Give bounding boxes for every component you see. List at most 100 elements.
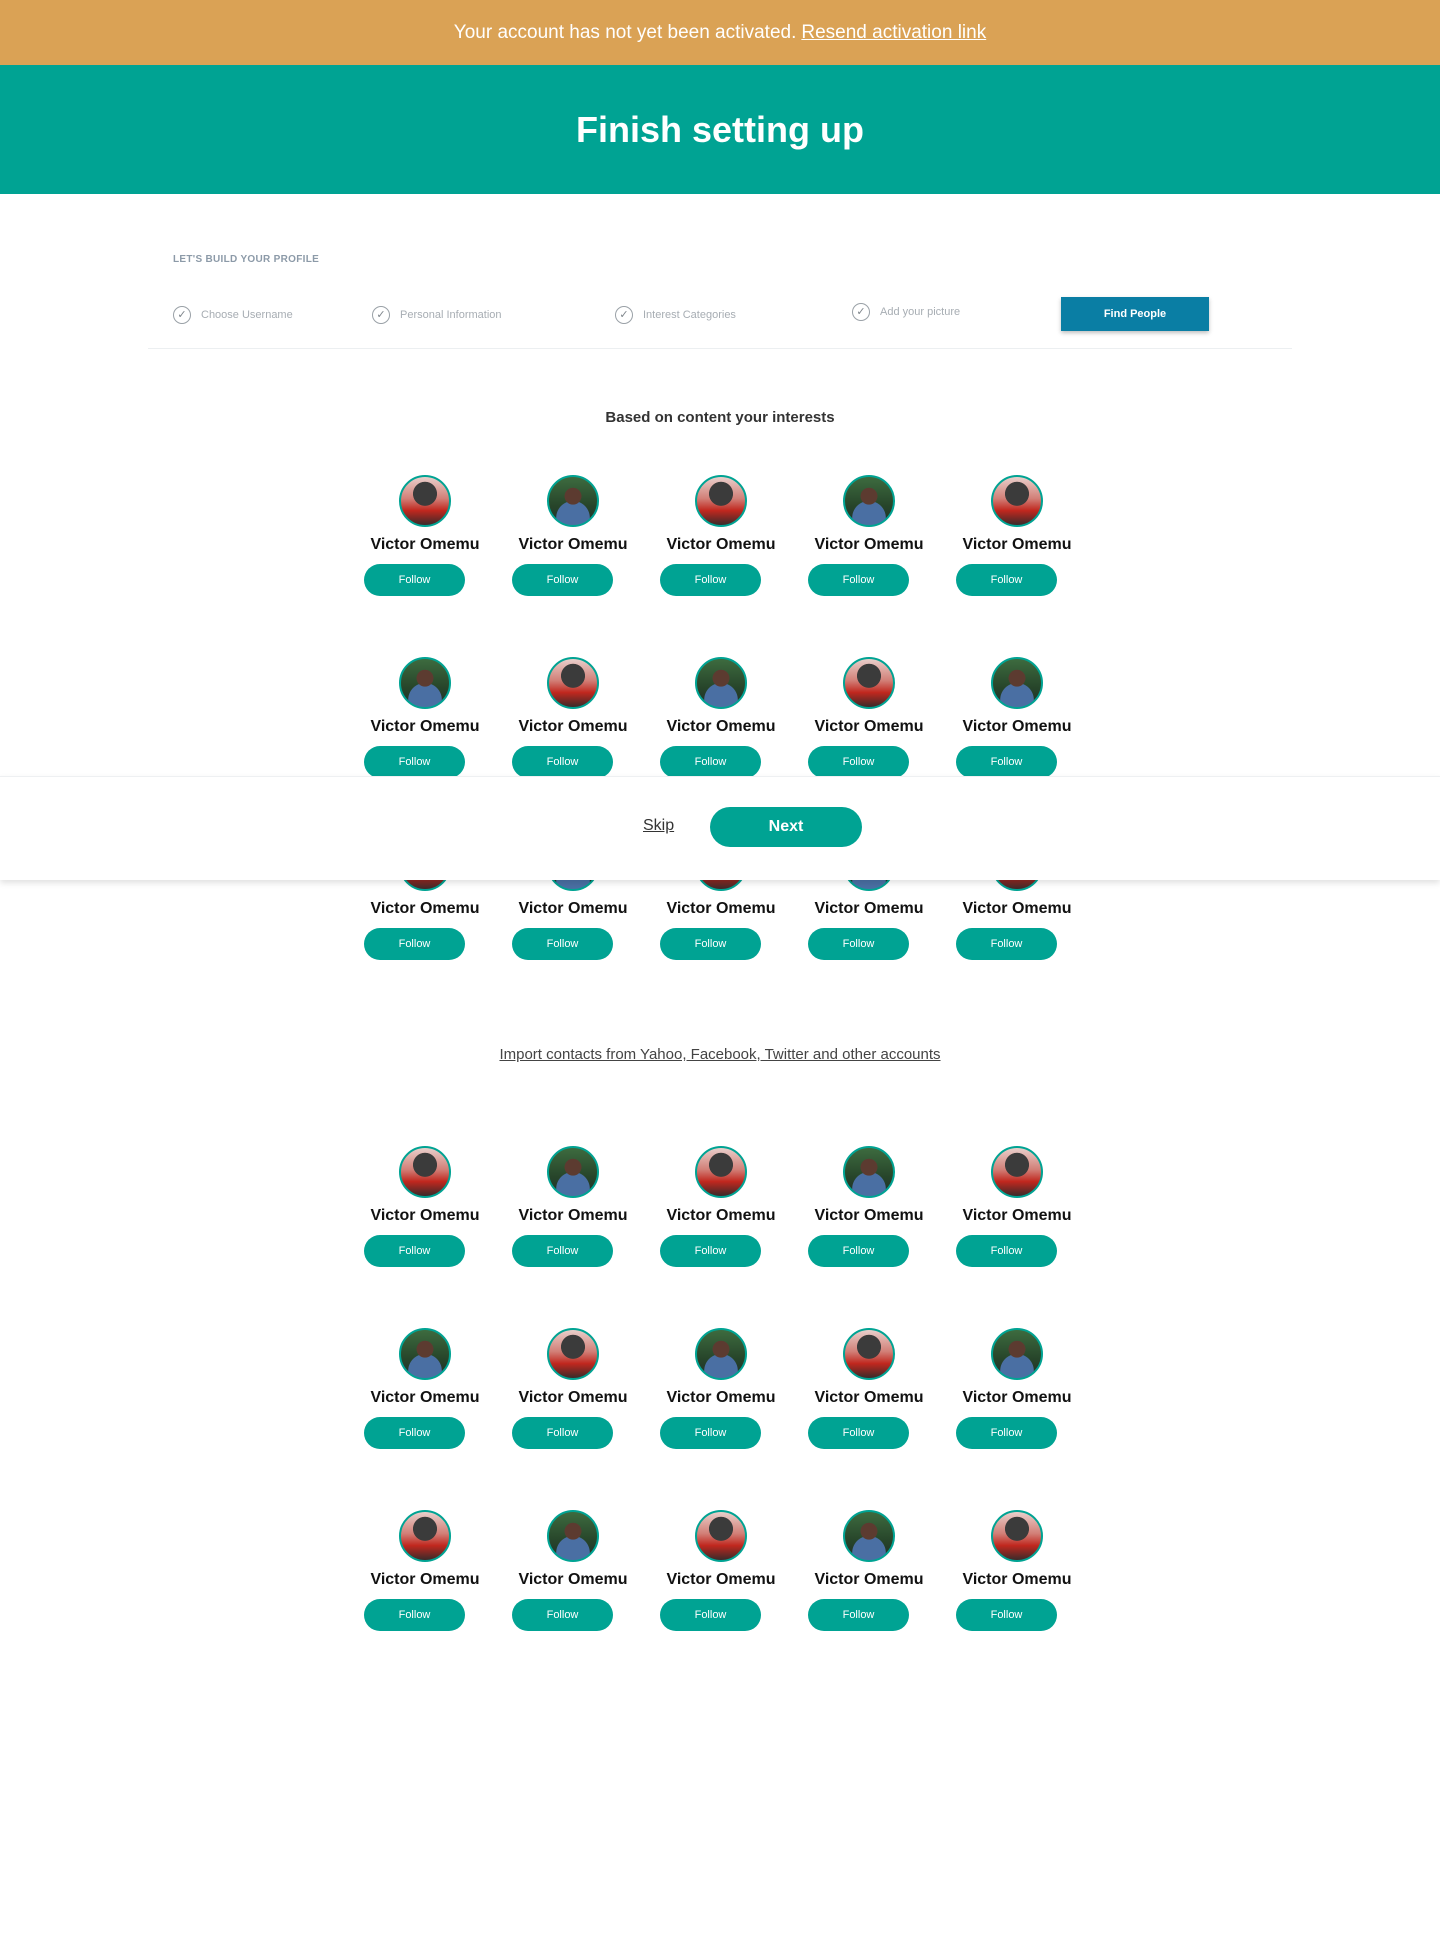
person-name[interactable]: Victor Omemu — [355, 900, 495, 918]
follow-button[interactable]: Follow — [660, 746, 761, 778]
follow-button[interactable]: Follow — [512, 1417, 613, 1449]
avatar[interactable] — [991, 475, 1043, 527]
follow-button[interactable]: Follow — [808, 928, 909, 960]
person-name[interactable]: Victor Omemu — [355, 1207, 495, 1225]
skip-link[interactable]: Skip — [643, 817, 674, 835]
avatar[interactable] — [399, 657, 451, 709]
avatar[interactable] — [547, 657, 599, 709]
follow-button[interactable]: Follow — [956, 1235, 1057, 1267]
follow-button[interactable]: Follow — [364, 928, 465, 960]
follow-button[interactable]: Follow — [364, 1417, 465, 1449]
avatar[interactable] — [695, 1328, 747, 1380]
follow-button[interactable]: Follow — [956, 746, 1057, 778]
avatar[interactable] — [843, 1328, 895, 1380]
person-name[interactable]: Victor Omemu — [799, 536, 939, 554]
follow-button[interactable]: Follow — [808, 564, 909, 596]
person-name[interactable]: Victor Omemu — [799, 900, 939, 918]
step-choose-username[interactable]: ✓ Choose Username — [173, 306, 293, 324]
follow-button[interactable]: Follow — [808, 1235, 909, 1267]
person-card: Victor Omemu Follow — [651, 1328, 781, 1458]
step-label: Add your picture — [880, 306, 961, 318]
avatar[interactable] — [399, 1146, 451, 1198]
avatar[interactable] — [695, 1510, 747, 1562]
follow-button[interactable]: Follow — [956, 1417, 1057, 1449]
follow-button[interactable]: Follow — [956, 564, 1057, 596]
person-name[interactable]: Victor Omemu — [799, 718, 939, 736]
avatar[interactable] — [843, 1146, 895, 1198]
avatar[interactable] — [695, 657, 747, 709]
follow-button[interactable]: Follow — [660, 564, 761, 596]
resend-activation-link[interactable]: Resend activation link — [801, 22, 986, 44]
follow-button[interactable]: Follow — [660, 1417, 761, 1449]
person-name[interactable]: Victor Omemu — [651, 1571, 791, 1589]
person-name[interactable]: Victor Omemu — [651, 1207, 791, 1225]
follow-button[interactable]: Follow — [364, 746, 465, 778]
follow-button[interactable]: Follow — [512, 928, 613, 960]
person-name[interactable]: Victor Omemu — [947, 900, 1087, 918]
follow-button[interactable]: Follow — [660, 1599, 761, 1631]
step-interest-categories[interactable]: ✓ Interest Categories — [615, 306, 736, 324]
follow-button[interactable]: Follow — [512, 1235, 613, 1267]
person-name[interactable]: Victor Omemu — [947, 536, 1087, 554]
person-name[interactable]: Victor Omemu — [355, 718, 495, 736]
avatar[interactable] — [991, 1146, 1043, 1198]
person-name[interactable]: Victor Omemu — [947, 718, 1087, 736]
person-name[interactable]: Victor Omemu — [947, 1389, 1087, 1407]
person-name[interactable]: Victor Omemu — [355, 1571, 495, 1589]
avatar[interactable] — [547, 1328, 599, 1380]
import-contacts-link[interactable]: Import contacts from Yahoo, Facebook, Tw… — [499, 1046, 940, 1063]
follow-button[interactable]: Follow — [364, 564, 465, 596]
follow-button[interactable]: Follow — [660, 928, 761, 960]
avatar[interactable] — [547, 475, 599, 527]
person-name[interactable]: Victor Omemu — [503, 1207, 643, 1225]
avatar[interactable] — [843, 657, 895, 709]
follow-button[interactable]: Follow — [808, 1599, 909, 1631]
avatar[interactable] — [547, 1146, 599, 1198]
person-card: Victor Omemu Follow — [651, 1510, 781, 1640]
person-name[interactable]: Victor Omemu — [651, 718, 791, 736]
person-name[interactable]: Victor Omemu — [799, 1389, 939, 1407]
person-name[interactable]: Victor Omemu — [355, 1389, 495, 1407]
avatar[interactable] — [991, 657, 1043, 709]
avatar[interactable] — [399, 1328, 451, 1380]
avatar[interactable] — [695, 475, 747, 527]
person-name[interactable]: Victor Omemu — [947, 1571, 1087, 1589]
avatar[interactable] — [991, 1328, 1043, 1380]
person-name[interactable]: Victor Omemu — [799, 1207, 939, 1225]
follow-button[interactable]: Follow — [956, 1599, 1057, 1631]
follow-button[interactable]: Follow — [512, 746, 613, 778]
avatar[interactable] — [991, 1510, 1043, 1562]
setup-steps: ✓ Choose Username ✓ Personal Information… — [148, 296, 1292, 349]
find-people-button[interactable]: Find People — [1061, 297, 1209, 331]
follow-button[interactable]: Follow — [956, 928, 1057, 960]
person-name[interactable]: Victor Omemu — [503, 536, 643, 554]
person-name[interactable]: Victor Omemu — [503, 900, 643, 918]
person-card: Victor Omemu Follow — [651, 1146, 781, 1276]
follow-button[interactable]: Follow — [364, 1235, 465, 1267]
avatar[interactable] — [843, 1510, 895, 1562]
avatar[interactable] — [695, 1146, 747, 1198]
avatar[interactable] — [843, 475, 895, 527]
person-name[interactable]: Victor Omemu — [355, 536, 495, 554]
person-name[interactable]: Victor Omemu — [651, 900, 791, 918]
person-name[interactable]: Victor Omemu — [503, 1389, 643, 1407]
avatar[interactable] — [547, 1510, 599, 1562]
person-name[interactable]: Victor Omemu — [651, 1389, 791, 1407]
person-name[interactable]: Victor Omemu — [799, 1571, 939, 1589]
avatar[interactable] — [399, 475, 451, 527]
person-name[interactable]: Victor Omemu — [651, 536, 791, 554]
follow-button[interactable]: Follow — [808, 1417, 909, 1449]
follow-button[interactable]: Follow — [364, 1599, 465, 1631]
person-name[interactable]: Victor Omemu — [947, 1207, 1087, 1225]
person-name[interactable]: Victor Omemu — [503, 718, 643, 736]
follow-button[interactable]: Follow — [808, 746, 909, 778]
follow-button[interactable]: Follow — [512, 1599, 613, 1631]
person-card: Victor Omemu Follow — [947, 1328, 1077, 1458]
next-button[interactable]: Next — [710, 807, 862, 847]
step-add-picture[interactable]: ✓ Add your picture — [852, 303, 960, 321]
avatar[interactable] — [399, 1510, 451, 1562]
follow-button[interactable]: Follow — [512, 564, 613, 596]
person-name[interactable]: Victor Omemu — [503, 1571, 643, 1589]
follow-button[interactable]: Follow — [660, 1235, 761, 1267]
step-personal-information[interactable]: ✓ Personal Information — [372, 306, 502, 324]
